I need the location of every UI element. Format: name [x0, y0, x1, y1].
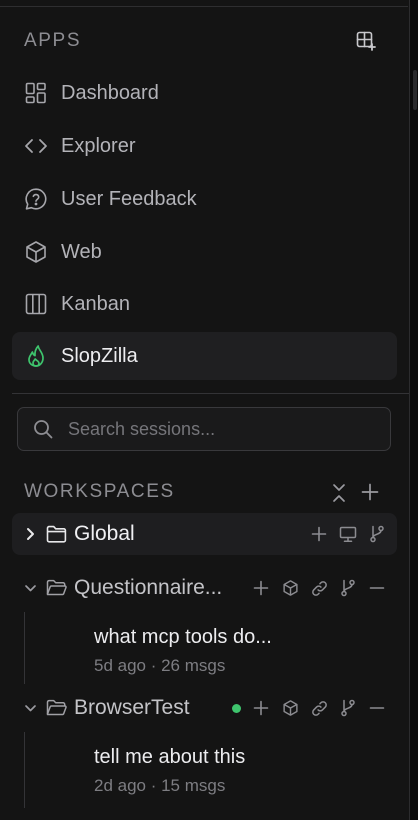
apps-heading: APPS — [24, 30, 82, 51]
code-icon — [23, 133, 49, 159]
link-icon[interactable] — [309, 578, 329, 598]
workspace-questionnaire[interactable]: Questionnaire... — [12, 567, 397, 609]
session-meta: 2d ago · 15 msgs — [94, 776, 226, 795]
question-bubble-icon — [23, 186, 49, 212]
scrollbar-thumb[interactable] — [413, 70, 417, 110]
workspace-global[interactable]: Global — [12, 513, 397, 555]
app-item-user-feedback[interactable]: User Feedback — [12, 175, 397, 223]
chevron-down-icon[interactable] — [22, 703, 38, 713]
workspace-actions — [230, 687, 387, 729]
session-title: what mcp tools do... — [94, 626, 272, 648]
cube-icon — [23, 239, 49, 265]
plus-icon[interactable] — [251, 698, 271, 718]
workspace-actions — [309, 513, 387, 555]
workspace-name: BrowserTest — [74, 696, 190, 719]
status-dot — [230, 698, 242, 718]
dashboard-icon — [23, 80, 49, 106]
app-item-label: SlopZilla — [61, 344, 138, 367]
workspace-browsertest[interactable]: BrowserTest — [12, 687, 397, 729]
workspace-name: Questionnaire... — [74, 576, 223, 599]
git-branch-icon[interactable] — [338, 698, 358, 718]
app-item-label: Dashboard — [61, 81, 159, 104]
app-item-web[interactable]: Web — [12, 228, 397, 276]
grid-plus-icon[interactable] — [356, 31, 376, 51]
session-item[interactable]: tell me about this 2d ago · 15 msgs — [24, 732, 395, 808]
app-item-dashboard[interactable]: Dashboard — [12, 69, 397, 117]
search-input[interactable] — [66, 417, 370, 441]
folder-open-icon — [46, 698, 68, 718]
git-branch-icon[interactable] — [367, 524, 387, 544]
app-item-slopzilla[interactable]: SlopZilla — [12, 332, 397, 380]
plus-icon[interactable] — [251, 578, 271, 598]
workspace-name: Global — [74, 522, 135, 545]
session-item[interactable]: what mcp tools do... 5d ago · 26 msgs — [24, 612, 395, 684]
session-search[interactable] — [17, 407, 391, 451]
app-item-label: Explorer — [61, 134, 136, 157]
app-item-kanban[interactable]: Kanban — [12, 280, 397, 328]
top-border — [0, 0, 408, 7]
session-title: tell me about this — [94, 746, 246, 768]
flame-icon — [23, 343, 49, 369]
cube-icon[interactable] — [280, 698, 300, 718]
cube-icon[interactable] — [280, 578, 300, 598]
plus-icon[interactable] — [309, 524, 329, 544]
chevron-right-icon[interactable] — [22, 527, 38, 541]
workspace-actions — [251, 567, 387, 609]
folder-open-icon — [46, 578, 68, 598]
chevron-down-icon[interactable] — [22, 583, 38, 593]
collapse-all-icon[interactable] — [331, 483, 347, 503]
scrollbar-track[interactable] — [409, 0, 418, 820]
link-icon[interactable] — [309, 698, 329, 718]
search-icon — [33, 418, 55, 440]
minus-icon[interactable] — [367, 698, 387, 718]
monitor-icon[interactable] — [338, 524, 358, 544]
app-item-label: Kanban — [61, 292, 130, 315]
git-branch-icon[interactable] — [338, 578, 358, 598]
section-divider — [12, 393, 409, 394]
app-item-label: User Feedback — [61, 187, 197, 210]
folder-icon — [46, 524, 68, 544]
workspaces-heading: WORKSPACES — [24, 481, 175, 502]
minus-icon[interactable] — [367, 578, 387, 598]
add-workspace-icon[interactable] — [361, 483, 379, 501]
app-item-explorer[interactable]: Explorer — [12, 122, 397, 170]
kanban-icon — [23, 291, 49, 317]
app-item-label: Web — [61, 240, 102, 263]
session-meta: 5d ago · 26 msgs — [94, 656, 226, 675]
